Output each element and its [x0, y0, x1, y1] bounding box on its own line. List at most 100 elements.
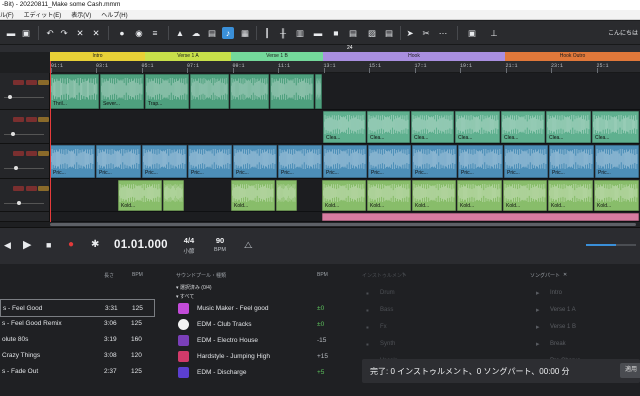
track-volume-knob[interactable]	[11, 132, 15, 136]
audio-clip[interactable]: Kold...	[322, 180, 366, 211]
audio-clip[interactable]: Pric...	[504, 145, 548, 178]
song-list-item[interactable]: s - Fade Out 2:37 125	[0, 363, 155, 381]
track-record-button[interactable]	[38, 186, 49, 191]
audio-clip[interactable]: Thril...	[50, 74, 99, 109]
audio-clip[interactable]	[270, 74, 314, 109]
audio-clip[interactable]: Pric...	[595, 145, 639, 178]
audio-clip[interactable]: Pric...	[412, 145, 457, 178]
soundpool-item[interactable]: Hardstyle - Jumping High +15	[172, 349, 360, 365]
list-icon[interactable]: ▤	[383, 27, 395, 39]
audio-clip[interactable]	[190, 74, 229, 109]
glue-icon[interactable]: ◉	[133, 27, 145, 39]
audio-clip[interactable]: Kold...	[118, 180, 162, 211]
audio-clip[interactable]: Clea...	[546, 111, 591, 143]
audio-clip[interactable]: Pric...	[323, 145, 367, 178]
track-lane[interactable]: Clea... Clea... Clea... Clea... Clea... Clea.…	[50, 110, 640, 144]
undo-icon[interactable]: ↶	[44, 27, 56, 39]
track-mute-button[interactable]	[13, 80, 24, 85]
audio-clip[interactable]: Clea...	[323, 111, 366, 143]
tempo-value[interactable]: 90	[212, 236, 228, 245]
cursor-icon[interactable]: ➤	[404, 27, 416, 39]
track-volume-slider[interactable]	[4, 203, 44, 204]
audio-clip[interactable]	[315, 74, 322, 109]
track-lane[interactable]: Pric... Pric... Pric... Pric... Pric... Pric.…	[50, 144, 640, 179]
metronome-icon[interactable]: ▲	[174, 27, 186, 39]
audio-clip[interactable]	[276, 180, 297, 211]
metronome-icon[interactable]: ⧍	[244, 241, 252, 250]
zoom-icon[interactable]: ⋯	[437, 27, 449, 39]
audio-clip[interactable]: Kold...	[457, 180, 502, 211]
time-display[interactable]: 01.01.000	[114, 239, 168, 251]
audio-clip[interactable]: Pric...	[96, 145, 141, 178]
monitor-icon[interactable]: ▤	[347, 27, 359, 39]
library-filter-selected[interactable]: ▾ 選択済み (0/4)	[176, 284, 212, 291]
video-icon[interactable]: ▬	[312, 27, 324, 39]
time-signature[interactable]: 4/4	[181, 236, 197, 245]
save-icon[interactable]: ▣	[20, 27, 32, 39]
track-mute-button[interactable]	[13, 186, 24, 191]
song-part-item[interactable]: ▸ Intro	[534, 286, 640, 302]
track-header[interactable]	[0, 144, 50, 179]
audio-clip[interactable]: Kold...	[503, 180, 547, 211]
song-part-item[interactable]: ▸ Break	[534, 337, 640, 353]
audio-clip[interactable]: Pric...	[368, 145, 411, 178]
track-volume-knob[interactable]	[14, 166, 18, 170]
scrollbar-thumb[interactable]	[50, 223, 636, 226]
track-lane[interactable]: Thril... Sever... Trap...	[50, 73, 640, 110]
arranger-part-verse-1a[interactable]: Verse 1 A	[145, 52, 231, 61]
soundpool-item[interactable]: EDM - Electro House -15	[172, 333, 360, 349]
track-mute-button[interactable]	[13, 117, 24, 122]
stop-icon[interactable]: ■	[46, 241, 51, 250]
track-lane[interactable]: Kold... Kold... Kold... Kold... Kold... Kold.…	[50, 179, 640, 212]
audio-clip[interactable]: Kold...	[594, 180, 639, 211]
score-icon[interactable]: ■	[330, 27, 342, 39]
audio-clip[interactable]: Kold...	[412, 180, 456, 211]
audio-clip[interactable]: Clea...	[592, 111, 639, 143]
note-icon[interactable]: ♪	[222, 27, 234, 39]
audio-clip[interactable]: Clea...	[501, 111, 545, 143]
audio-clip[interactable]: Pric...	[233, 145, 277, 178]
cloud-icon[interactable]: ☁	[190, 27, 202, 39]
mute-icon[interactable]: ✕	[90, 27, 102, 39]
audio-clip[interactable]: Sever...	[100, 74, 144, 109]
audio-clip[interactable]	[230, 74, 269, 109]
audio-clip[interactable]: Pric...	[142, 145, 187, 178]
soundpool-item[interactable]: EDM - Discharge +5	[172, 365, 360, 381]
rewind-icon[interactable]: ◀	[4, 241, 11, 250]
menu-edit[interactable]: エディット(E)	[24, 10, 62, 19]
arranger-part-verse-1b[interactable]: Verse 1 B	[231, 52, 323, 61]
soundpool-item[interactable]: Music Maker - Feel good ±0	[172, 301, 360, 317]
audio-clip[interactable]: Pric...	[50, 145, 95, 178]
audio-clip[interactable]: Pric...	[549, 145, 594, 178]
menu-view[interactable]: 表示(V)	[71, 10, 91, 19]
track-solo-button[interactable]	[26, 80, 37, 85]
menu-help[interactable]: ヘルプ(H)	[101, 10, 127, 19]
audio-clip[interactable]	[322, 213, 639, 221]
track-record-button[interactable]	[38, 151, 49, 156]
play-icon[interactable]: ▶	[23, 240, 31, 251]
arranger-part-intro[interactable]: Intro	[50, 52, 145, 61]
instrument-item[interactable]: ▪ Drum	[362, 286, 527, 302]
audio-clip[interactable]: Kold...	[367, 180, 411, 211]
scissors-icon[interactable]: ✂	[420, 27, 432, 39]
record-icon[interactable]: ●	[68, 240, 74, 250]
instruments-edit-icon[interactable]: ✎	[402, 272, 406, 278]
track-mute-button[interactable]	[13, 151, 24, 156]
instrument-item[interactable]: ▪ Synth	[362, 337, 527, 353]
song-part-item[interactable]: ▸ Verse 1 A	[534, 303, 640, 319]
audio-clip[interactable]: Pric...	[278, 145, 322, 178]
library-icon[interactable]: ▤	[206, 27, 218, 39]
keyboard-icon[interactable]: ┃	[261, 27, 273, 39]
song-parts-clear-icon[interactable]: ✕	[563, 272, 567, 278]
screen-icon[interactable]: ▣	[466, 27, 478, 39]
audio-clip[interactable]: Pric...	[458, 145, 503, 178]
apply-button[interactable]: 適用	[620, 363, 640, 378]
playhead[interactable]	[50, 61, 51, 222]
arranger-part-hook[interactable]: Hook	[323, 52, 505, 61]
track-header[interactable]	[0, 179, 50, 212]
instrument-item[interactable]: ▪ Fx	[362, 320, 527, 336]
track-header[interactable]	[0, 212, 50, 222]
track-volume-knob[interactable]	[8, 95, 12, 99]
audio-clip[interactable]: Pric...	[188, 145, 232, 178]
split-icon[interactable]: ●	[116, 27, 128, 39]
